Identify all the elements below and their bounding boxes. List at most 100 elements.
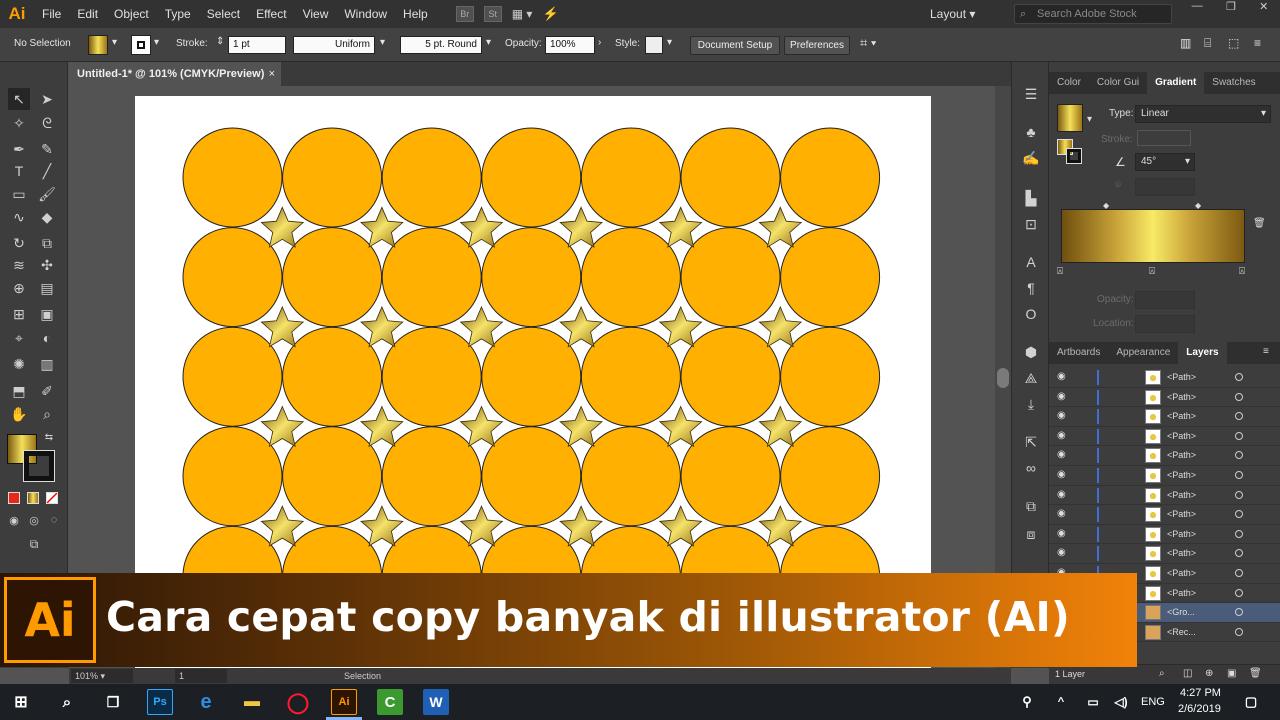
arrange-icon[interactable]: ⌗ ▾ [860,35,876,51]
hand-tool-icon[interactable]: ✋ [8,403,30,425]
perspective-grid-tool-icon[interactable]: ▤ [36,277,58,299]
layer-row[interactable]: ◉ <Path> [1049,525,1280,545]
image-trace-icon[interactable]: ⟁ [1021,368,1041,388]
paragraph-icon[interactable]: ¶ [1021,278,1041,298]
circle-shape[interactable] [680,227,781,328]
graphic-style-swatch[interactable] [645,36,663,54]
panel-flyout-menu-icon[interactable]: ≡ [1263,346,1269,357]
circle-shape[interactable] [381,326,482,427]
visibility-eye-icon[interactable]: ◉ [1057,410,1066,421]
tab-color-guide[interactable]: Color Gui [1089,72,1147,94]
align-panel-icon[interactable]: ▙ [1021,188,1041,208]
arrange-documents-icon[interactable]: ▦ ▾ [512,7,533,21]
draw-normal-icon[interactable]: ◉ [6,512,22,528]
layer-row[interactable]: ◉ <Path> [1049,388,1280,408]
word-taskbar-icon[interactable]: W [423,689,449,715]
circle-shape[interactable] [381,127,482,228]
menu-type[interactable]: Type [157,0,199,28]
stroke-dropdown-icon[interactable]: ▾ [154,37,159,48]
visibility-eye-icon[interactable]: ◉ [1057,508,1066,519]
preferences-button[interactable]: Preferences [784,36,850,55]
screen-mode-icon[interactable]: ⧉ [22,536,46,552]
star-shape[interactable] [360,405,404,448]
layer-row[interactable]: ◉ <Path> [1049,466,1280,486]
file-explorer-icon[interactable]: ▬ [239,689,265,715]
star-shape[interactable] [658,505,703,547]
star-shape[interactable] [559,405,603,448]
brush-dropdown-icon[interactable]: ▾ [486,37,491,48]
workspace-switcher[interactable]: Layout ▾ [930,4,1000,24]
circle-shape[interactable] [182,227,283,328]
stroke-swatch[interactable] [131,35,151,55]
circle-shape[interactable] [282,127,383,228]
star-shape[interactable] [559,305,603,348]
volume-icon[interactable]: ◁) [1108,689,1134,715]
star-shape[interactable] [559,206,603,248]
none-mode-icon[interactable] [46,492,58,504]
links-icon[interactable]: ∞ [1021,458,1041,478]
libraries-icon[interactable]: ⬢ [1021,342,1041,362]
color-stop-1[interactable]: ⍓ [1057,266,1063,277]
panel-menu-icon[interactable]: ☰ [1021,84,1041,104]
gradient-slider[interactable] [1061,209,1245,263]
gradient-type-select[interactable]: Linear ▾ [1135,105,1271,123]
visibility-eye-icon[interactable]: ◉ [1057,391,1066,402]
menu-select[interactable]: Select [199,0,248,28]
edge-taskbar-icon[interactable]: e [193,689,219,715]
color-stop-2[interactable]: ⍓ [1149,266,1155,277]
circle-shape[interactable] [780,326,881,427]
layer-target-icon[interactable] [1235,549,1243,558]
circle-shape[interactable] [780,127,881,228]
fill-dropdown-icon[interactable]: ▾ [112,37,117,48]
symbols-icon[interactable]: ♣ [1021,122,1041,142]
curvature-tool-icon[interactable]: ✎ [36,138,58,160]
tray-chevron-icon[interactable]: ^ [1048,689,1074,715]
layer-row[interactable]: ◉ <Path> [1049,368,1280,388]
align-icon[interactable]: ▥ [1180,36,1191,50]
circle-shape[interactable] [780,426,881,527]
tab-gradient[interactable]: Gradient [1147,72,1205,94]
menu-window[interactable]: Window [336,0,395,28]
layer-target-icon[interactable] [1235,588,1243,597]
circle-shape[interactable] [481,227,582,328]
rotate-tool-icon[interactable]: ↻ [8,232,30,254]
direct-selection-tool-icon[interactable]: ➤ [36,88,58,110]
circle-shape[interactable] [381,227,482,328]
people-icon[interactable]: ⚲ [1014,689,1040,715]
search-taskbar-icon[interactable]: ⌕ [54,689,80,715]
star-shape[interactable] [559,505,603,547]
delete-layer-icon[interactable]: 🗑 [1249,668,1262,679]
make-clipping-mask-icon[interactable]: ◫ [1183,668,1192,679]
transform-panel-icon[interactable]: ⊡ [1021,214,1041,234]
blend-tool-icon[interactable]: ◐ [36,327,58,349]
stock-icon[interactable]: St [483,6,502,22]
variable-width-profile[interactable]: Uniform [293,36,375,54]
circle-shape[interactable] [182,426,283,527]
circle-shape[interactable] [481,426,582,527]
line-tool-icon[interactable]: ╱ [36,160,58,182]
profile-dropdown-icon[interactable]: ▾ [380,37,385,48]
magic-wand-tool-icon[interactable]: ✧ [8,112,30,134]
slice-tool-icon[interactable]: ✐ [36,380,58,402]
gpu-performance-icon[interactable]: ⚡ [542,6,558,22]
gradient-mode-icon[interactable] [27,492,39,504]
clock-date[interactable]: 2/6/2019 [1178,703,1221,715]
column-graph-tool-icon[interactable]: ▥ [36,353,58,375]
artboard-tool-icon[interactable]: ⬒ [8,380,30,402]
circle-shape[interactable] [680,127,781,228]
circle-shape[interactable] [780,227,881,328]
close-window-icon[interactable]: ✕ [1259,0,1268,20]
selection-tool-icon[interactable]: ↖ [8,88,30,110]
circle-shape[interactable] [580,227,681,328]
language-indicator[interactable]: ENG [1141,696,1165,708]
draw-inside-icon[interactable]: ◌ [46,512,62,528]
visibility-eye-icon[interactable]: ◉ [1057,371,1066,382]
circle-shape[interactable] [580,426,681,527]
width-tool-icon[interactable]: ≋ [8,254,30,276]
layer-row[interactable]: ◉ <Path> [1049,427,1280,447]
opacity-arrow-icon[interactable]: › [598,37,601,48]
eyedropper-tool-icon[interactable]: ⌖ [8,327,30,349]
new-sublayer-icon[interactable]: ⊕ [1205,668,1213,679]
star-shape[interactable] [260,505,305,547]
export-icon[interactable]: ⇱ [1021,432,1041,452]
